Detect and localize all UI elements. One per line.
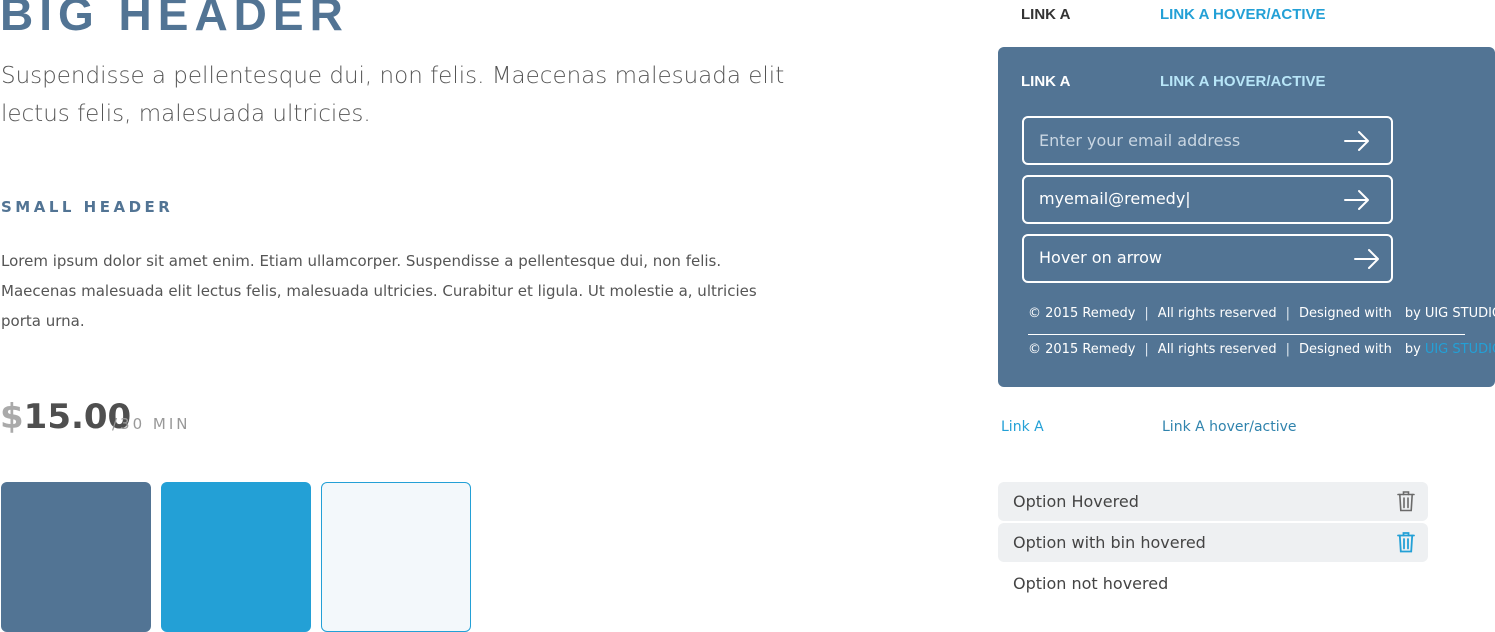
email-input[interactable] bbox=[1039, 118, 1329, 163]
studio-name: UIG STUDIO bbox=[1424, 306, 1495, 321]
option-item[interactable]: Option not hovered bbox=[998, 564, 1428, 603]
hover-text: Hover on arrow bbox=[1039, 248, 1163, 267]
by-text: by bbox=[1404, 306, 1421, 321]
footer-divider bbox=[1028, 334, 1465, 335]
panel-link-hover[interactable]: LINK A HOVER/ACTIVE bbox=[1160, 73, 1326, 90]
copyright-text: © 2015 Remedy bbox=[1028, 342, 1136, 357]
option-item[interactable]: Option Hovered bbox=[998, 482, 1428, 521]
designed-text: Designed with bbox=[1299, 306, 1392, 321]
body-paragraph: Lorem ipsum dolor sit amet enim. Etiam u… bbox=[1, 252, 757, 330]
swatch-primary bbox=[1, 482, 151, 632]
footer-line-default: © 2015 Remedy | All rights reserved | De… bbox=[1028, 306, 1495, 321]
copyright-text: © 2015 Remedy bbox=[1028, 306, 1136, 321]
arrow-right-icon[interactable] bbox=[1353, 247, 1381, 271]
option-label: Option Hovered bbox=[1013, 492, 1139, 511]
text-link-a[interactable]: Link A bbox=[1001, 419, 1044, 435]
email-field-hover[interactable]: Hover on arrow bbox=[1022, 234, 1393, 283]
nav-link-a[interactable]: LINK A bbox=[1021, 6, 1070, 23]
email-field-filled[interactable]: myemail@remedy| bbox=[1022, 175, 1393, 224]
by-text: by bbox=[1404, 342, 1421, 357]
small-header: SMALL HEADER bbox=[1, 198, 174, 216]
designed-text: Designed with bbox=[1299, 342, 1392, 357]
panel-link-a[interactable]: LINK A bbox=[1021, 73, 1070, 90]
footer-separator: | bbox=[1144, 342, 1149, 357]
email-typed-value[interactable]: myemail@remedy| bbox=[1039, 189, 1191, 208]
rights-text: All rights reserved bbox=[1157, 306, 1277, 321]
footer-separator: | bbox=[1285, 306, 1291, 321]
lead-paragraph: Suspendisse a pellentesque dui, non feli… bbox=[1, 63, 785, 127]
price-currency: $ bbox=[0, 397, 24, 437]
price-unit: /30 MIN bbox=[112, 415, 191, 433]
rights-text: All rights reserved bbox=[1157, 342, 1277, 357]
studio-link[interactable]: UIG STUDIO bbox=[1425, 342, 1495, 357]
arrow-right-icon[interactable] bbox=[1343, 129, 1371, 153]
option-item[interactable]: Option with bin hovered bbox=[998, 523, 1428, 562]
email-field-empty[interactable] bbox=[1022, 116, 1393, 165]
footer-line-hover: © 2015 Remedy | All rights reserved | De… bbox=[1028, 342, 1495, 357]
swatch-accent bbox=[161, 482, 311, 632]
footer-separator: | bbox=[1285, 342, 1291, 357]
trash-icon[interactable] bbox=[1396, 531, 1416, 553]
trash-icon[interactable] bbox=[1396, 490, 1416, 512]
swatch-light bbox=[321, 482, 471, 632]
arrow-right-icon[interactable] bbox=[1343, 188, 1371, 212]
nav-link-hover[interactable]: LINK A HOVER/ACTIVE bbox=[1160, 6, 1326, 23]
option-label: Option not hovered bbox=[1013, 574, 1169, 593]
footer-separator: | bbox=[1144, 306, 1149, 321]
text-link-hover[interactable]: Link A hover/active bbox=[1162, 419, 1297, 435]
big-header: BIG HEADER bbox=[0, 0, 349, 40]
option-label: Option with bin hovered bbox=[1013, 533, 1206, 552]
